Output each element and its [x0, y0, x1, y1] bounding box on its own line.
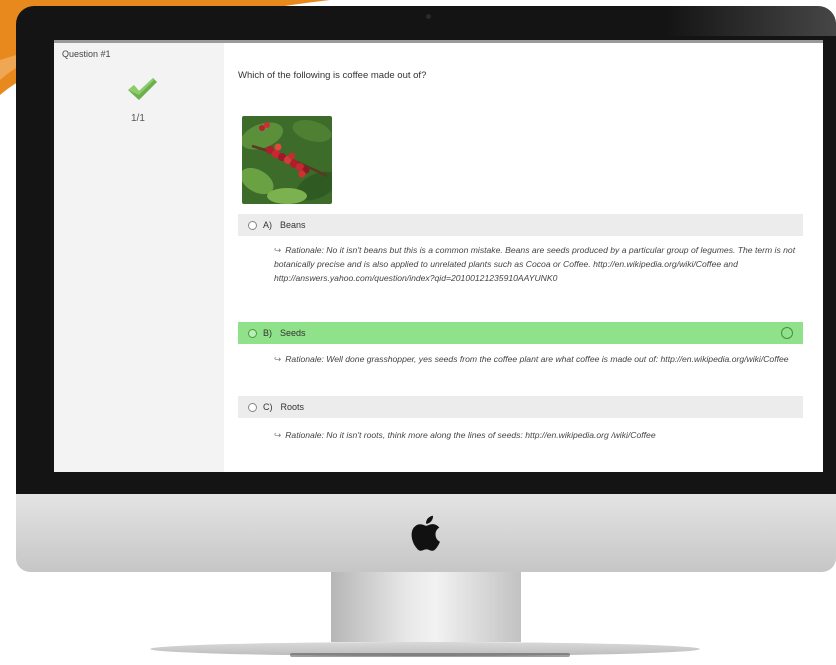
option-b-label: Seeds — [280, 328, 306, 338]
option-a-rationale: ↪ Rationale: No it isn't beans but this i… — [274, 243, 809, 285]
option-c-rationale-text: Rationale: No it isn't roots, think more… — [285, 430, 656, 440]
option-c-radio[interactable] — [248, 402, 257, 412]
score-text: 1/1 — [131, 113, 145, 124]
monitor-stand-shadow — [290, 653, 570, 657]
option-row-a[interactable]: A) Beans — [238, 214, 803, 236]
question-label: Question #1 — [62, 49, 111, 59]
checkmark-icon — [128, 78, 157, 100]
option-c-label: Roots — [280, 402, 305, 412]
option-a-label: Beans — [280, 220, 306, 230]
monitor-stand-neck — [331, 572, 521, 642]
option-b-rationale-text: Rationale: Well done grasshopper, yes se… — [285, 354, 789, 364]
option-b-letter: B) — [263, 328, 272, 338]
quiz-screen: Question #1 1/1 Which of the following i… — [54, 40, 823, 472]
reply-arrow-icon: ↪ — [274, 430, 282, 440]
coffee-cherries-image — [242, 116, 332, 204]
monitor-glare — [666, 6, 836, 36]
option-c-letter: C) — [263, 402, 273, 412]
option-row-c[interactable]: C) Roots — [238, 396, 803, 418]
question-sidebar: Question #1 1/1 — [54, 43, 224, 472]
option-a-letter: A) — [263, 220, 272, 230]
question-text: Which of the following is coffee made ou… — [238, 70, 427, 81]
option-b-rationale: ↪ Rationale: Well done grasshopper, yes s… — [274, 352, 809, 366]
option-b-radio[interactable] — [248, 328, 257, 338]
option-a-rationale-text: Rationale: No it isn't beans but this is… — [274, 245, 796, 283]
apple-logo-icon — [411, 515, 440, 551]
camera-dot — [426, 14, 431, 19]
option-a-radio[interactable] — [248, 220, 257, 230]
imac-monitor: Question #1 1/1 Which of the following i… — [16, 6, 836, 494]
reply-arrow-icon: ↪ — [274, 354, 282, 364]
reply-arrow-icon: ↪ — [274, 245, 282, 255]
option-c-rationale: ↪ Rationale: No it isn't roots, think mor… — [274, 428, 809, 442]
correct-answer-icon — [781, 327, 793, 339]
option-row-b[interactable]: B) Seeds — [238, 322, 803, 344]
